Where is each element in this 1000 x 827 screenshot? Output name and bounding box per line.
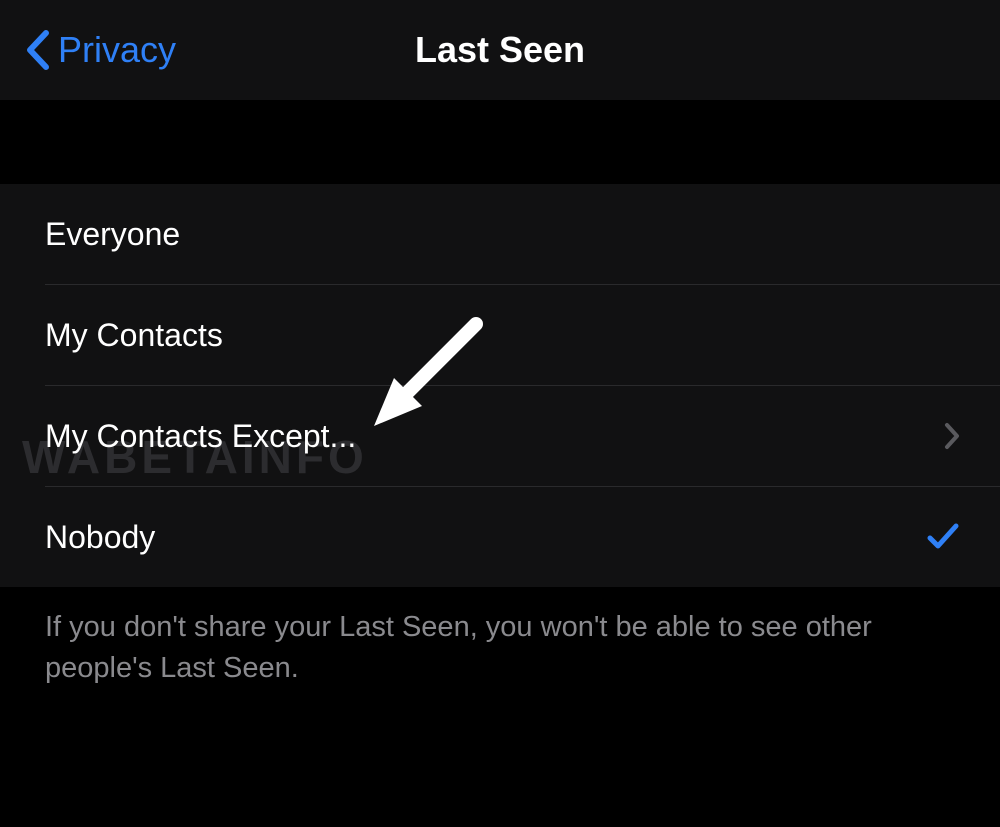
option-my-contacts[interactable]: My Contacts	[0, 285, 1000, 385]
option-label: Everyone	[45, 216, 180, 253]
spacer	[0, 100, 1000, 184]
option-everyone[interactable]: Everyone	[0, 184, 1000, 284]
checkmark-icon	[926, 522, 960, 552]
option-label: My Contacts	[45, 317, 223, 354]
option-label: My Contacts Except...	[45, 418, 356, 455]
navbar: Privacy Last Seen	[0, 0, 1000, 100]
chevron-left-icon	[24, 29, 50, 71]
option-nobody[interactable]: Nobody	[0, 487, 1000, 587]
footer-text: If you don't share your Last Seen, you w…	[0, 587, 1000, 708]
back-label: Privacy	[58, 29, 176, 71]
chevron-right-icon	[944, 422, 960, 450]
back-button[interactable]: Privacy	[0, 29, 176, 71]
option-label: Nobody	[45, 519, 155, 556]
options-list: Everyone My Contacts My Contacts Except.…	[0, 184, 1000, 587]
option-my-contacts-except[interactable]: My Contacts Except...	[0, 386, 1000, 486]
